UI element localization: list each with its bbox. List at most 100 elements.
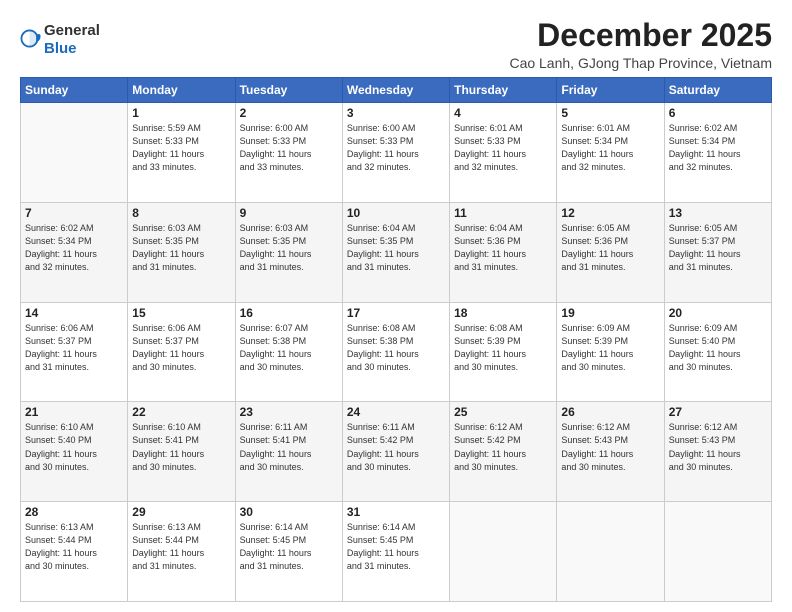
- day-info: Sunrise: 6:03 AM Sunset: 5:35 PM Dayligh…: [132, 222, 230, 274]
- day-info: Sunrise: 6:13 AM Sunset: 5:44 PM Dayligh…: [25, 521, 123, 573]
- day-info: Sunrise: 6:00 AM Sunset: 5:33 PM Dayligh…: [347, 122, 445, 174]
- calendar-cell: 14 Sunrise: 6:06 AM Sunset: 5:37 PM Dayli…: [21, 302, 128, 402]
- calendar-table: SundayMondayTuesdayWednesdayThursdayFrid…: [20, 77, 772, 602]
- day-number: 28: [25, 505, 123, 519]
- day-info: Sunrise: 6:10 AM Sunset: 5:41 PM Dayligh…: [132, 421, 230, 473]
- day-number: 21: [25, 405, 123, 419]
- day-info: Sunrise: 6:07 AM Sunset: 5:38 PM Dayligh…: [240, 322, 338, 374]
- calendar-cell: 30 Sunrise: 6:14 AM Sunset: 5:45 PM Dayli…: [235, 502, 342, 602]
- day-info: Sunrise: 6:05 AM Sunset: 5:36 PM Dayligh…: [561, 222, 659, 274]
- day-info: Sunrise: 6:02 AM Sunset: 5:34 PM Dayligh…: [669, 122, 767, 174]
- calendar-day-header: Tuesday: [235, 78, 342, 103]
- day-info: Sunrise: 6:13 AM Sunset: 5:44 PM Dayligh…: [132, 521, 230, 573]
- calendar-day-header: Monday: [128, 78, 235, 103]
- calendar-cell: 2 Sunrise: 6:00 AM Sunset: 5:33 PM Daylig…: [235, 103, 342, 203]
- day-number: 2: [240, 106, 338, 120]
- day-info: Sunrise: 5:59 AM Sunset: 5:33 PM Dayligh…: [132, 122, 230, 174]
- day-number: 10: [347, 206, 445, 220]
- day-info: Sunrise: 6:04 AM Sunset: 5:35 PM Dayligh…: [347, 222, 445, 274]
- day-number: 16: [240, 306, 338, 320]
- day-info: Sunrise: 6:04 AM Sunset: 5:36 PM Dayligh…: [454, 222, 552, 274]
- calendar-cell: 22 Sunrise: 6:10 AM Sunset: 5:41 PM Dayli…: [128, 402, 235, 502]
- calendar-cell: 26 Sunrise: 6:12 AM Sunset: 5:43 PM Dayli…: [557, 402, 664, 502]
- day-info: Sunrise: 6:12 AM Sunset: 5:43 PM Dayligh…: [561, 421, 659, 473]
- day-number: 7: [25, 206, 123, 220]
- day-number: 24: [347, 405, 445, 419]
- day-number: 8: [132, 206, 230, 220]
- day-info: Sunrise: 6:09 AM Sunset: 5:40 PM Dayligh…: [669, 322, 767, 374]
- calendar-cell: 8 Sunrise: 6:03 AM Sunset: 5:35 PM Daylig…: [128, 202, 235, 302]
- day-number: 15: [132, 306, 230, 320]
- calendar-header-row: SundayMondayTuesdayWednesdayThursdayFrid…: [21, 78, 772, 103]
- calendar-cell: 5 Sunrise: 6:01 AM Sunset: 5:34 PM Daylig…: [557, 103, 664, 203]
- day-number: 23: [240, 405, 338, 419]
- calendar-week-row: 21 Sunrise: 6:10 AM Sunset: 5:40 PM Dayli…: [21, 402, 772, 502]
- calendar-cell: 10 Sunrise: 6:04 AM Sunset: 5:35 PM Dayli…: [342, 202, 449, 302]
- day-number: 30: [240, 505, 338, 519]
- calendar-cell: 24Sunrise: 6:11 AM Sunset: 5:42 PM Dayli…: [342, 402, 449, 502]
- title-block: December 2025 Cao Lanh, GJong Thap Provi…: [509, 18, 772, 71]
- day-info: Sunrise: 6:06 AM Sunset: 5:37 PM Dayligh…: [25, 322, 123, 374]
- day-info: Sunrise: 6:00 AM Sunset: 5:33 PM Dayligh…: [240, 122, 338, 174]
- day-number: 9: [240, 206, 338, 220]
- calendar-week-row: 14 Sunrise: 6:06 AM Sunset: 5:37 PM Dayli…: [21, 302, 772, 402]
- day-info: Sunrise: 6:08 AM Sunset: 5:38 PM Dayligh…: [347, 322, 445, 374]
- day-info: Sunrise: 6:01 AM Sunset: 5:34 PM Dayligh…: [561, 122, 659, 174]
- logo-general: General: [44, 22, 100, 39]
- main-title: December 2025: [509, 18, 772, 53]
- calendar-week-row: 1 Sunrise: 5:59 AM Sunset: 5:33 PM Daylig…: [21, 103, 772, 203]
- calendar-cell: 23 Sunrise: 6:11 AM Sunset: 5:41 PM Dayli…: [235, 402, 342, 502]
- day-info: Sunrise: 6:05 AM Sunset: 5:37 PM Dayligh…: [669, 222, 767, 274]
- calendar-day-header: Wednesday: [342, 78, 449, 103]
- calendar-cell: 17 Sunrise: 6:08 AM Sunset: 5:38 PM Dayli…: [342, 302, 449, 402]
- day-number: 5: [561, 106, 659, 120]
- calendar-day-header: Thursday: [450, 78, 557, 103]
- day-number: 4: [454, 106, 552, 120]
- day-info: Sunrise: 6:03 AM Sunset: 5:35 PM Dayligh…: [240, 222, 338, 274]
- day-number: 14: [25, 306, 123, 320]
- calendar-cell: [21, 103, 128, 203]
- calendar-cell: 31 Sunrise: 6:14 AM Sunset: 5:45 PM Dayli…: [342, 502, 449, 602]
- day-number: 1: [132, 106, 230, 120]
- calendar-cell: 12 Sunrise: 6:05 AM Sunset: 5:36 PM Dayli…: [557, 202, 664, 302]
- calendar-cell: 6 Sunrise: 6:02 AM Sunset: 5:34 PM Daylig…: [664, 103, 771, 203]
- calendar-cell: 11 Sunrise: 6:04 AM Sunset: 5:36 PM Dayli…: [450, 202, 557, 302]
- header: General Blue December 2025 Cao Lanh, GJo…: [20, 18, 772, 71]
- day-number: 12: [561, 206, 659, 220]
- day-info: Sunrise: 6:12 AM Sunset: 5:42 PM Dayligh…: [454, 421, 552, 473]
- day-info: Sunrise: 6:09 AM Sunset: 5:39 PM Dayligh…: [561, 322, 659, 374]
- day-number: 29: [132, 505, 230, 519]
- calendar-cell: [450, 502, 557, 602]
- logo-text: General Blue: [44, 22, 100, 58]
- day-number: 3: [347, 106, 445, 120]
- calendar-cell: 16 Sunrise: 6:07 AM Sunset: 5:38 PM Dayli…: [235, 302, 342, 402]
- day-info: Sunrise: 6:11 AM Sunset: 5:41 PM Dayligh…: [240, 421, 338, 473]
- day-info: Sunrise: 6:10 AM Sunset: 5:40 PM Dayligh…: [25, 421, 123, 473]
- day-number: 19: [561, 306, 659, 320]
- day-info: Sunrise: 6:08 AM Sunset: 5:39 PM Dayligh…: [454, 322, 552, 374]
- subtitle: Cao Lanh, GJong Thap Province, Vietnam: [509, 55, 772, 71]
- day-number: 6: [669, 106, 767, 120]
- day-number: 20: [669, 306, 767, 320]
- day-number: 11: [454, 206, 552, 220]
- day-number: 22: [132, 405, 230, 419]
- day-number: 31: [347, 505, 445, 519]
- day-info: Sunrise: 6:06 AM Sunset: 5:37 PM Dayligh…: [132, 322, 230, 374]
- calendar-cell: [664, 502, 771, 602]
- calendar-day-header: Saturday: [664, 78, 771, 103]
- day-info: Sunrise: 6:01 AM Sunset: 5:33 PM Dayligh…: [454, 122, 552, 174]
- day-info: Sunrise: 6:14 AM Sunset: 5:45 PM Dayligh…: [240, 521, 338, 573]
- calendar-cell: 21 Sunrise: 6:10 AM Sunset: 5:40 PM Dayli…: [21, 402, 128, 502]
- calendar-week-row: 28 Sunrise: 6:13 AM Sunset: 5:44 PM Dayli…: [21, 502, 772, 602]
- day-number: 17: [347, 306, 445, 320]
- calendar-cell: 19 Sunrise: 6:09 AM Sunset: 5:39 PM Dayli…: [557, 302, 664, 402]
- logo-icon: [20, 29, 42, 51]
- day-info: Sunrise: 6:14 AM Sunset: 5:45 PM Dayligh…: [347, 521, 445, 573]
- page: General Blue December 2025 Cao Lanh, GJo…: [0, 0, 792, 612]
- calendar-week-row: 7Sunrise: 6:02 AM Sunset: 5:34 PM Daylig…: [21, 202, 772, 302]
- day-number: 26: [561, 405, 659, 419]
- calendar-cell: 1 Sunrise: 5:59 AM Sunset: 5:33 PM Daylig…: [128, 103, 235, 203]
- calendar-cell: 4 Sunrise: 6:01 AM Sunset: 5:33 PM Daylig…: [450, 103, 557, 203]
- day-info: Sunrise: 6:12 AM Sunset: 5:43 PM Dayligh…: [669, 421, 767, 473]
- day-number: 27: [669, 405, 767, 419]
